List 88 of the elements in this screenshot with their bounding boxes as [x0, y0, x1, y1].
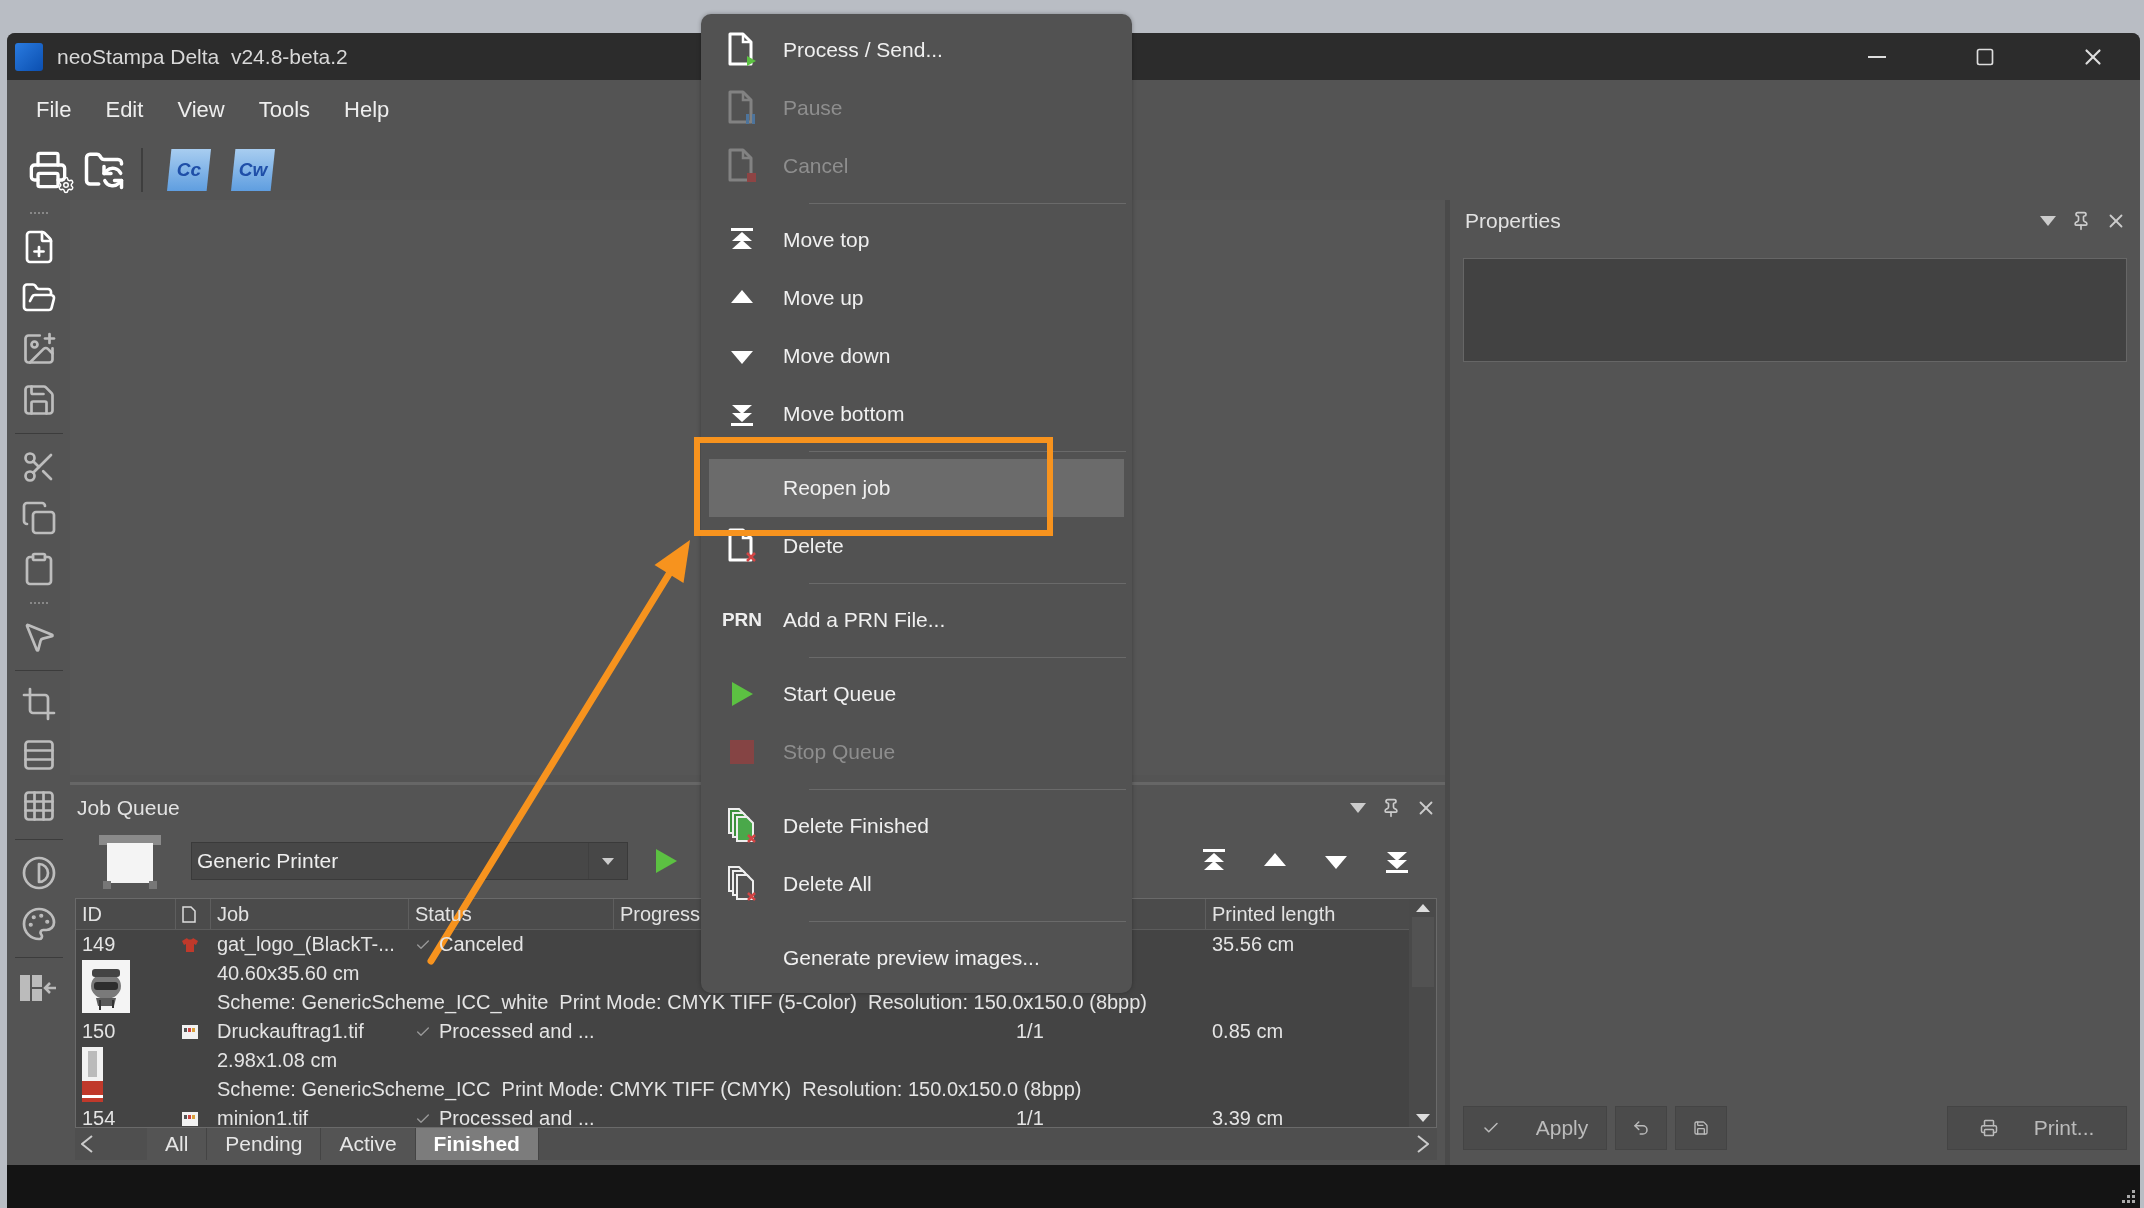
resize-grip-icon[interactable] [2120, 1188, 2136, 1204]
table-cell: 1/1 [1016, 1107, 1044, 1127]
window-title: neoStampa Delta v24.8-beta.2 [57, 44, 348, 69]
stop-icon [730, 740, 754, 764]
document-icon [182, 905, 196, 923]
table-cell: minion1.tif [217, 1107, 309, 1127]
save-icon [1693, 1120, 1709, 1136]
column-header[interactable]: Progress [620, 902, 701, 926]
maximize-icon [1975, 46, 1995, 67]
document-play-icon [727, 32, 757, 68]
column-header[interactable]: Job [217, 902, 250, 926]
toolbar-button[interactable]: Cw [231, 149, 275, 191]
table-cell: 35.56 cm [1212, 933, 1295, 956]
scrollbar[interactable] [1409, 899, 1436, 1127]
table-cell: Processed and ... [439, 1020, 595, 1043]
panel-title: Properties [1464, 209, 1562, 233]
menu-item[interactable]: Move top [775, 228, 870, 252]
menu-item[interactable]: Help [327, 97, 407, 123]
scroll-left-icon[interactable] [81, 1135, 93, 1153]
column-header[interactable]: ID [82, 902, 102, 926]
table-cell: 40.60x35.60 cm [217, 962, 360, 985]
document-delete-icon [727, 528, 757, 564]
menu-item[interactable]: View [160, 97, 242, 123]
column-header[interactable]: Printed length [1212, 902, 1336, 926]
tab[interactable]: Active [321, 1128, 416, 1160]
menu-item[interactable]: Delete [775, 534, 844, 558]
scroll-down-icon[interactable] [1414, 1113, 1431, 1123]
menu-item[interactable]: Delete Finished [775, 814, 929, 838]
document-pause-icon [727, 90, 757, 126]
menu-item[interactable]: Move down [775, 344, 891, 368]
menu-item[interactable]: Delete All [775, 872, 872, 896]
scroll-right-icon[interactable] [1417, 1135, 1429, 1153]
menu-item[interactable]: Start Queue [775, 682, 897, 706]
table-cell: Scheme: GenericScheme_ICC_white Print Mode: CMYK TIFF (5-Color) Resolution: 150.0x150.0 (8bpp) [217, 991, 1148, 1014]
documents-delete-icon [726, 807, 758, 845]
tab[interactable]: All [147, 1128, 208, 1160]
panel-title: Job Queue [76, 795, 181, 820]
printer-icon [1979, 1119, 1998, 1137]
table-cell: 0.85 cm [1212, 1020, 1284, 1043]
t-shirt-icon [182, 937, 198, 952]
menu-item[interactable]: Edit [88, 97, 161, 123]
table-cell: Druckauftrag1.tif [217, 1020, 364, 1043]
menu-item[interactable]: Move up [775, 286, 864, 310]
apply-button[interactable]: Apply [1463, 1106, 1607, 1150]
menu-item[interactable]: File [19, 97, 89, 123]
prn-label: PRN [721, 609, 763, 631]
menu-item[interactable]: Move bottom [775, 402, 905, 426]
pin-icon[interactable] [2071, 211, 2091, 231]
dropdown-arrow-icon [601, 856, 615, 866]
undo-icon [1632, 1119, 1650, 1137]
menu-item[interactable]: Generate preview images... [775, 946, 1040, 970]
tab[interactable]: Finished [415, 1128, 539, 1160]
print-button[interactable]: Print... [1947, 1106, 2127, 1150]
documents-delete-icon [726, 865, 758, 903]
toolbar-button[interactable]: Cc [167, 149, 211, 191]
panel-collapse-icon[interactable] [19, 973, 58, 1003]
table-cell: 2.98x1.08 cm [217, 1049, 338, 1072]
dropdown-icon[interactable] [2039, 215, 2057, 227]
menu-item[interactable]: Tools [241, 97, 328, 123]
image-file-icon [182, 1111, 198, 1126]
document-stop-icon [727, 148, 757, 184]
dropdown-icon[interactable] [1349, 801, 1367, 814]
table-cell: Scheme: GenericScheme_ICC Print Mode: CMYK TIFF (CMYK) Resolution: 150.0x150.0 (8bpp) [217, 1078, 1082, 1101]
contrast-icon[interactable] [20, 855, 57, 891]
table-cell: 150 [82, 1020, 116, 1043]
copy-icon[interactable] [20, 500, 57, 536]
undo-button[interactable] [1615, 1106, 1667, 1150]
palette-icon[interactable] [20, 906, 57, 942]
save-button[interactable] [1675, 1106, 1727, 1150]
menu-item[interactable]: Reopen job [775, 476, 891, 500]
crop-icon[interactable] [20, 686, 57, 722]
printer-dropdown[interactable]: Generic Printer [191, 842, 628, 880]
table-cell: 154 [82, 1107, 116, 1127]
scroll-up-icon[interactable] [1414, 903, 1431, 913]
table-cell: Processed and ... [439, 1107, 595, 1127]
tab[interactable]: Pending [207, 1128, 322, 1160]
menu-item[interactable]: Process / Send... [775, 38, 943, 62]
play-icon [730, 681, 754, 707]
table-cell: gat_logo_(BlackT-... [217, 933, 395, 956]
pin-icon[interactable] [1381, 797, 1401, 818]
table-cell: 1/1 [1016, 1020, 1044, 1043]
play-icon[interactable] [654, 848, 678, 874]
table-cell: 149 [82, 933, 116, 956]
app-logo [15, 42, 43, 71]
menu-item[interactable]: Add a PRN File... [775, 608, 946, 632]
image-file-icon [182, 1024, 198, 1039]
minimize-icon [1868, 55, 1886, 58]
table-cell: 3.39 cm [1212, 1107, 1284, 1127]
